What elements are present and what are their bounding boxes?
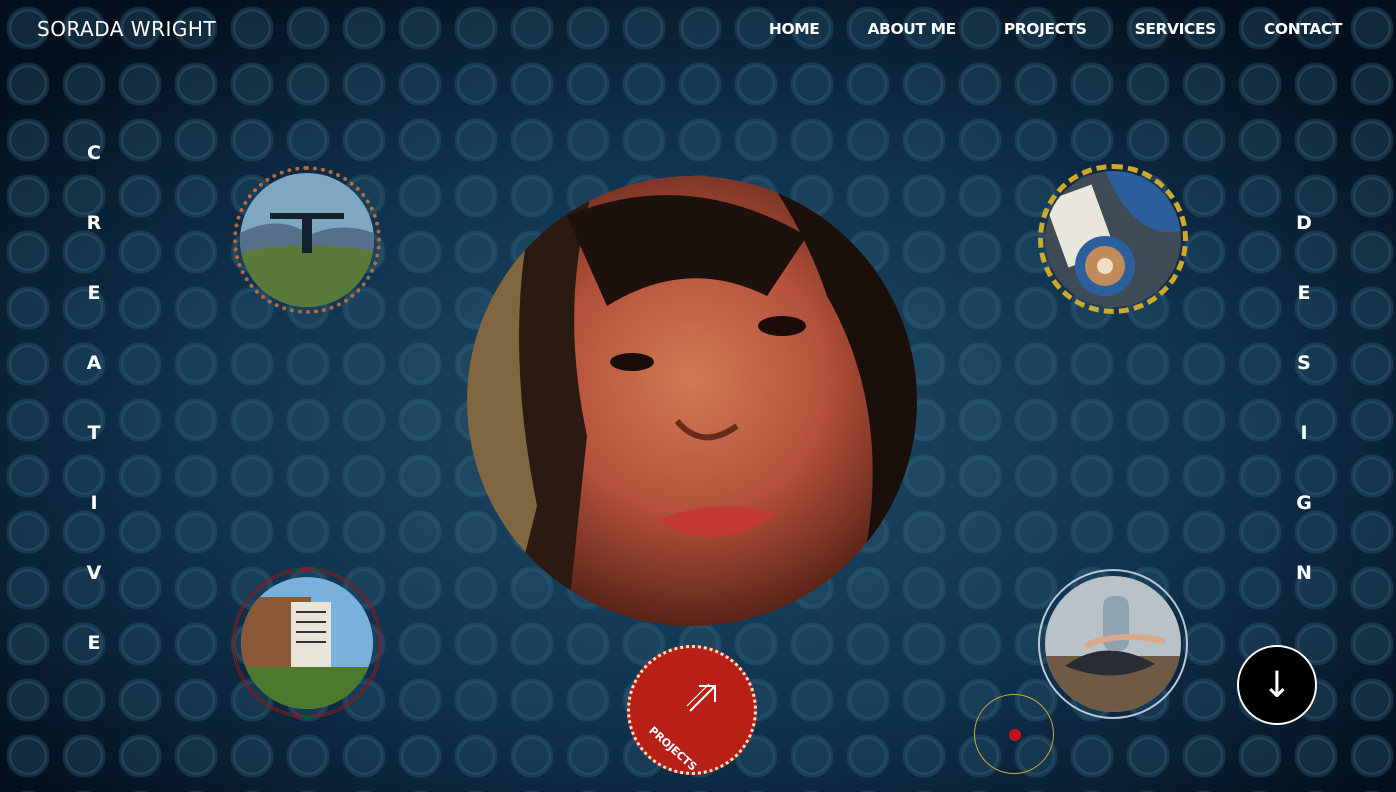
letter: E xyxy=(87,282,101,304)
nav-contact[interactable]: CONTACT xyxy=(1264,20,1342,38)
letter: G xyxy=(1296,492,1312,514)
mountain-photo xyxy=(240,173,374,307)
red-dot xyxy=(1009,729,1021,741)
letter: I xyxy=(90,492,98,514)
yoga-photo xyxy=(1045,576,1181,712)
coffee-photo xyxy=(1045,171,1181,307)
letter: E xyxy=(1297,282,1311,304)
nav-services[interactable]: SERVICES xyxy=(1135,20,1217,38)
letter: C xyxy=(87,142,101,164)
nav-projects[interactable]: PROJECTS xyxy=(1004,20,1087,38)
letter: R xyxy=(86,212,102,234)
letter: D xyxy=(1296,212,1312,234)
letter: T xyxy=(87,422,101,444)
brand-logo[interactable]: SORADA WRIGHT xyxy=(37,17,216,41)
letter: V xyxy=(86,562,102,584)
portrait-photo xyxy=(467,176,917,626)
nav-home[interactable]: HOME xyxy=(769,20,820,38)
letter: E xyxy=(87,632,101,654)
letter: I xyxy=(1300,422,1308,444)
garden-photo xyxy=(241,577,373,709)
projects-button[interactable]: PROJECTS xyxy=(627,645,757,775)
letter: N xyxy=(1296,562,1312,584)
letter: S xyxy=(1297,352,1311,374)
scroll-down-button[interactable]: ↓ xyxy=(1237,645,1317,725)
arrow-up-right-icon xyxy=(686,683,716,712)
cursor-follower xyxy=(974,694,1054,774)
arrow-down-icon: ↓ xyxy=(1261,664,1293,706)
nav-about-me[interactable]: ABOUT ME xyxy=(867,20,956,38)
letter: A xyxy=(86,352,102,374)
main-nav: HOME ABOUT ME PROJECTS SERVICES CONTACT xyxy=(721,20,1343,38)
